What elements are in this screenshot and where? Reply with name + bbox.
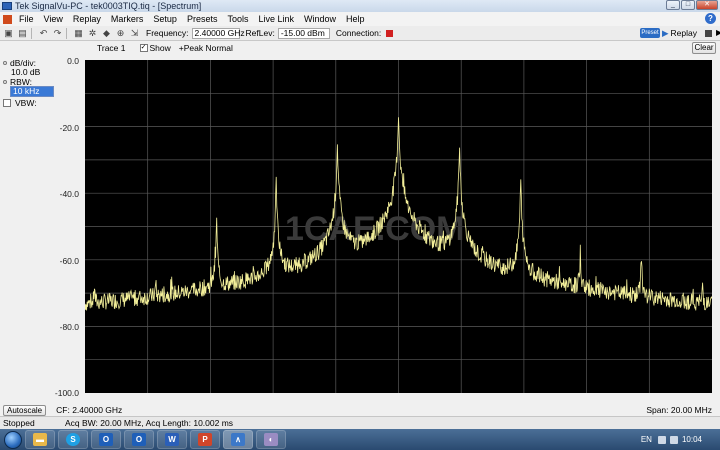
reflev-field[interactable]: -15.00 dBm xyxy=(277,27,330,39)
taskbar-powerpoint[interactable]: P xyxy=(190,430,220,449)
replay-button[interactable]: Replay xyxy=(671,27,697,39)
undo-icon[interactable]: ↶ xyxy=(38,28,49,39)
taskbar-paint[interactable]: ◐ xyxy=(256,430,286,449)
toolbar-separator xyxy=(66,27,67,39)
redo-icon[interactable]: ↷ xyxy=(52,28,63,39)
toolbar: ▣ ▤ ↶ ↷ ▦ ✲ ◆ ⊕ ⇲ Frequency: 2.40000 GHz… xyxy=(0,26,720,41)
taskbar-signalvu[interactable]: ∧ xyxy=(223,430,253,449)
window-title: Tek SignalVu-PC - tek0003TIQ.tiq - [Spec… xyxy=(15,1,202,11)
trace-bar: Trace 1 ✓ Show +Peak Normal Clear xyxy=(85,41,720,55)
system-tray: EN 10:04 xyxy=(641,429,720,450)
taskbar-skype[interactable]: S xyxy=(58,430,88,449)
span-readout[interactable]: Span: 20.00 MHz xyxy=(646,405,712,415)
outlook-icon: O xyxy=(132,433,146,446)
taskbar-outlook-1[interactable]: O xyxy=(91,430,121,449)
menu-setup[interactable]: Setup xyxy=(149,14,183,24)
y-tick-label: -80.0 xyxy=(59,322,79,332)
menu-presets[interactable]: Presets xyxy=(183,14,224,24)
menu-bar: File View Replay Markers Setup Presets T… xyxy=(0,12,720,26)
y-tick-label: -100.0 xyxy=(54,388,79,398)
menu-replay[interactable]: Replay xyxy=(69,14,107,24)
volume-icon[interactable] xyxy=(669,435,678,444)
powerpoint-icon: P xyxy=(198,433,212,446)
frequency-field[interactable]: 2.40000 GHz xyxy=(191,27,245,39)
signalvu-icon: ∧ xyxy=(231,433,245,446)
status-bar: Stopped Acq BW: 20.00 MHz, Acq Length: 1… xyxy=(0,416,720,429)
spectrum-svg: 1CAE.COM xyxy=(85,60,712,393)
connection-status-indicator xyxy=(386,29,394,37)
clear-button[interactable]: Clear xyxy=(692,42,716,54)
menu-file[interactable]: File xyxy=(15,14,40,24)
vbw-row: VBW: xyxy=(3,98,37,108)
minimize-button[interactable]: _ xyxy=(666,0,680,10)
preset-button[interactable]: Preset xyxy=(640,28,660,38)
menu-tools[interactable]: Tools xyxy=(223,14,254,24)
menu-help[interactable]: Help xyxy=(342,14,371,24)
app-icon xyxy=(2,2,12,10)
run-status: Stopped xyxy=(3,418,35,428)
menu-view[interactable]: View xyxy=(40,14,69,24)
language-indicator[interactable]: EN xyxy=(641,435,652,444)
menu-markers[interactable]: Markers xyxy=(107,14,150,24)
y-axis: 0.0 -20.0 -40.0 -60.0 -80.0 -100.0 xyxy=(38,55,85,398)
toolbar-separator xyxy=(31,27,32,39)
menu-live-link[interactable]: Live Link xyxy=(254,14,300,24)
step-forward-icon[interactable]: ▶| xyxy=(716,27,720,39)
detection-select[interactable]: +Peak Normal xyxy=(179,43,233,53)
help-icon[interactable]: ? xyxy=(705,13,716,24)
save-icon[interactable]: ▣ xyxy=(3,28,14,39)
settings-icon[interactable]: ✲ xyxy=(87,28,98,39)
paint-icon: ◐ xyxy=(264,433,278,446)
reflev-label: RefLev: xyxy=(245,28,275,38)
skype-icon: S xyxy=(66,433,80,446)
dbdiv-value[interactable]: 10.0 dB xyxy=(11,67,40,77)
maximize-button[interactable]: □ xyxy=(681,0,695,10)
stop-icon[interactable] xyxy=(705,29,713,37)
word-icon: W xyxy=(165,433,179,446)
trace-select[interactable]: Trace 1 xyxy=(97,43,126,53)
menu-window[interactable]: Window xyxy=(300,14,342,24)
clock[interactable]: 10:04 xyxy=(682,435,702,444)
outlook-icon: O xyxy=(99,433,113,446)
rbw-bullet-icon xyxy=(3,80,7,84)
vbw-label: VBW: xyxy=(15,98,37,108)
taskbar-word[interactable]: W xyxy=(157,430,187,449)
bottom-bar: Autoscale CF: 2.40000 GHz Span: 20.00 MH… xyxy=(0,404,720,416)
show-label: Show xyxy=(149,43,171,53)
folder-icon: ▬ xyxy=(33,433,47,446)
y-tick-label: -60.0 xyxy=(59,256,79,266)
connection-label: Connection: xyxy=(335,28,382,38)
start-button[interactable] xyxy=(4,430,22,449)
document-icon xyxy=(3,14,12,24)
print-icon[interactable]: ▦ xyxy=(73,28,84,39)
frequency-label: Frequency: xyxy=(146,28,189,38)
y-tick-label: -40.0 xyxy=(59,189,79,199)
windows-taskbar: ▬ S O O W P ∧ ◐ EN 10:04 xyxy=(0,429,720,450)
zoom-icon[interactable]: ⊕ xyxy=(115,28,126,39)
network-icon[interactable] xyxy=(657,435,666,444)
play-icon[interactable]: ▶ xyxy=(662,27,669,39)
y-tick-label: 0.0 xyxy=(67,56,79,66)
autoscale-button[interactable]: Autoscale xyxy=(3,404,47,416)
taskbar-outlook-2[interactable]: O xyxy=(124,430,154,449)
acquisition-info: Acq BW: 20.00 MHz, Acq Length: 10.002 ms xyxy=(65,418,234,428)
vbw-checkbox[interactable] xyxy=(3,99,11,107)
spectrum-plot[interactable]: 1CAE.COM xyxy=(85,60,712,393)
show-checkbox[interactable]: ✓ xyxy=(139,44,148,52)
dbdiv-bullet-icon xyxy=(3,61,7,65)
title-bar: Tek SignalVu-PC - tek0003TIQ.tiq - [Spec… xyxy=(0,0,720,12)
cursor-icon[interactable]: ⇲ xyxy=(129,28,140,39)
close-button[interactable]: ✕ xyxy=(696,0,718,10)
window-controls: _ □ ✕ xyxy=(666,0,718,10)
replay-controls: ▶ Replay ▶| xyxy=(662,27,720,39)
y-tick-label: -20.0 xyxy=(59,123,79,133)
taskbar-explorer[interactable]: ▬ xyxy=(25,430,55,449)
open-icon[interactable]: ▤ xyxy=(17,28,28,39)
marker-icon[interactable]: ◆ xyxy=(101,28,112,39)
center-frequency-readout[interactable]: CF: 2.40000 GHz xyxy=(56,405,122,415)
